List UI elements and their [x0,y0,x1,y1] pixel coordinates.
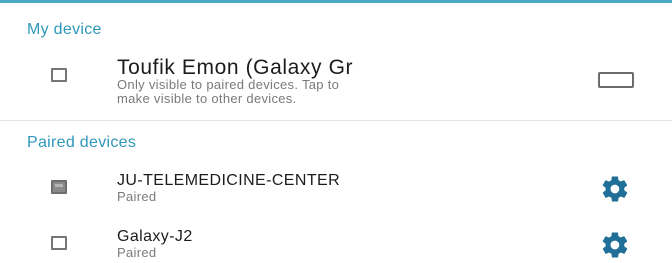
paired-devices-header: Paired devices [27,134,137,151]
paired-device-name: Galaxy-J2 [117,228,193,245]
section-divider [0,120,672,121]
paired-device-status: Paired [117,245,157,260]
gear-icon[interactable] [600,174,630,204]
paired-device-name: JU-TELEMEDICINE-CENTER [117,172,341,189]
top-accent-rule [0,0,672,3]
gear-icon[interactable] [600,230,630,260]
computer-icon [51,180,67,194]
device-frame-icon[interactable] [598,72,634,88]
my-device-header: My device [27,21,102,38]
phone-icon [51,236,67,250]
device-icon [51,68,67,82]
paired-device-row[interactable]: Galaxy-J2 Paired [0,228,672,262]
my-device-row[interactable]: Toufik Emon (Galaxy Gr Only visible to p… [0,56,672,114]
my-device-description-line2: make visible to other devices. [117,91,297,106]
paired-device-status: Paired [117,189,157,204]
my-device-description-line1: Only visible to paired devices. Tap to [117,77,340,92]
paired-device-row[interactable]: JU-TELEMEDICINE-CENTER Paired [0,172,672,206]
bluetooth-settings-screen: My device Toufik Emon (Galaxy Gr Only vi… [0,0,672,263]
